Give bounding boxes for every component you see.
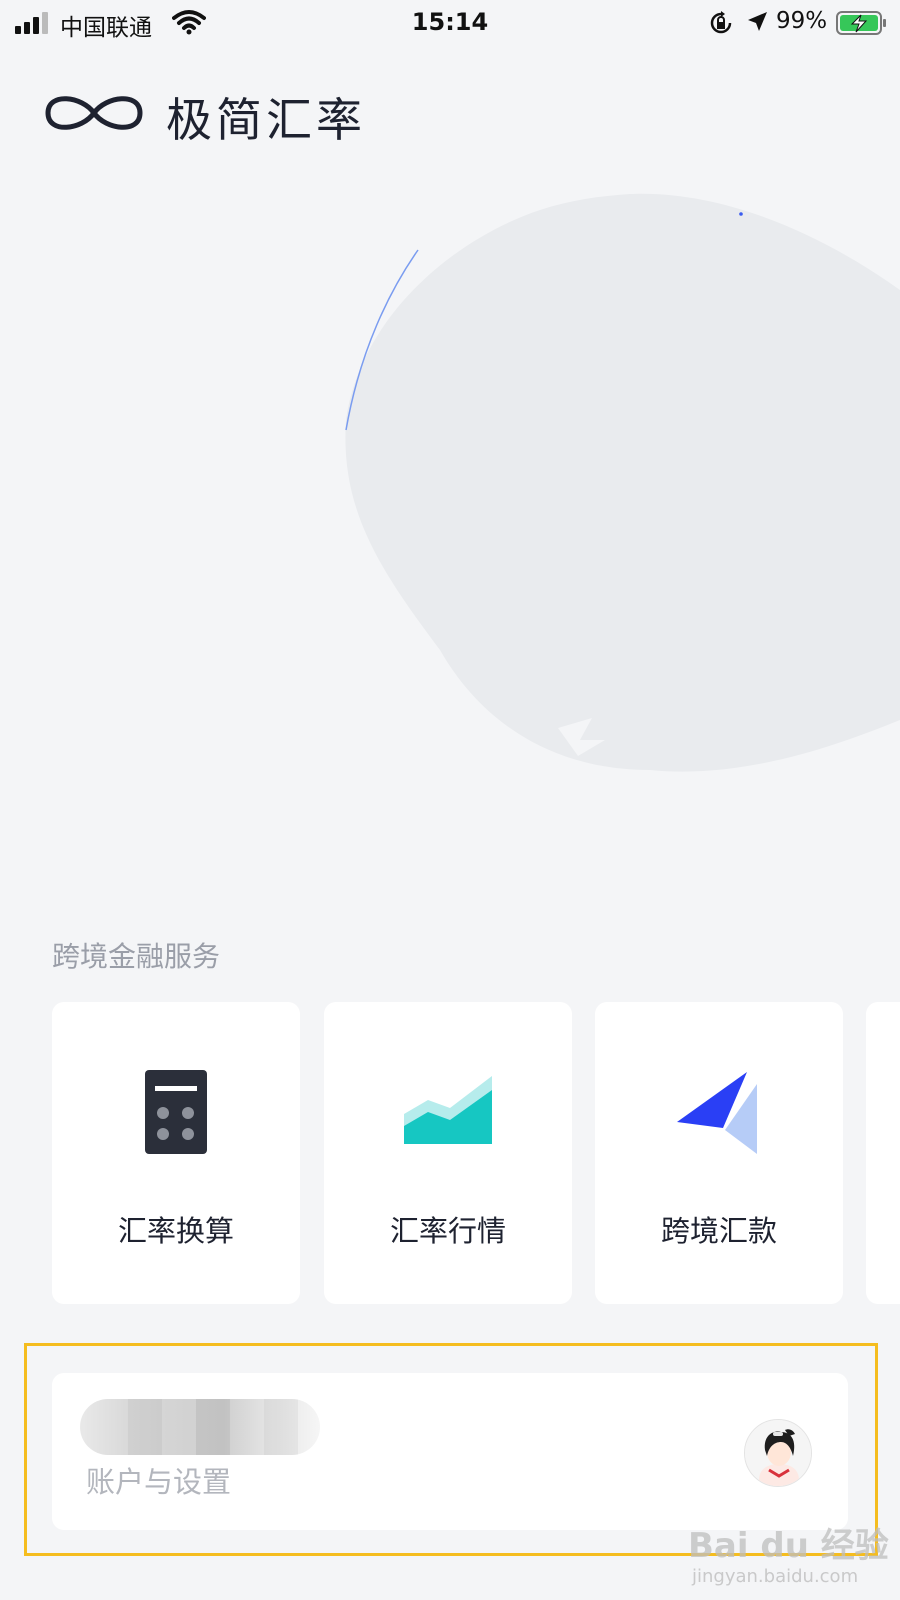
watermark-main: Bai du 经验: [688, 1526, 889, 1566]
blurred-username: [80, 1399, 320, 1455]
service-label: 汇率行情: [389, 1214, 506, 1248]
infinity-logo-icon: [45, 96, 143, 130]
service-label: 汇率换算: [117, 1214, 234, 1248]
area-chart-icon: [324, 1070, 572, 1144]
location-icon: [745, 10, 769, 38]
watermark: Bai du 经验 jingyan.baidu.com: [688, 1518, 889, 1598]
service-card-exchange-market[interactable]: 汇率行情: [324, 1002, 572, 1304]
service-card-more[interactable]: [866, 1002, 900, 1304]
account-settings-label: 账户与设置: [86, 1465, 232, 1499]
account-settings-card[interactable]: 账户与设置: [52, 1373, 848, 1530]
orientation-lock-icon: [708, 10, 734, 40]
user-avatar-icon[interactable]: [744, 1419, 812, 1487]
paper-plane-icon: [595, 1070, 843, 1154]
service-card-exchange-calc[interactable]: 汇率换算: [52, 1002, 300, 1304]
globe-illustration: [330, 180, 900, 784]
watermark-sub: jingyan.baidu.com: [692, 1566, 859, 1587]
service-label: 跨境汇款: [660, 1214, 777, 1248]
section-title: 跨境金融服务: [52, 940, 221, 973]
calculator-icon: [52, 1070, 300, 1154]
app-title: 极简汇率: [166, 93, 366, 147]
status-bar: 中国联通 15:14 99%: [0, 0, 900, 46]
battery-charging-icon: [836, 11, 888, 39]
battery-percent: 99%: [776, 8, 828, 34]
service-card-cross-border-remit[interactable]: 跨境汇款: [595, 1002, 843, 1304]
